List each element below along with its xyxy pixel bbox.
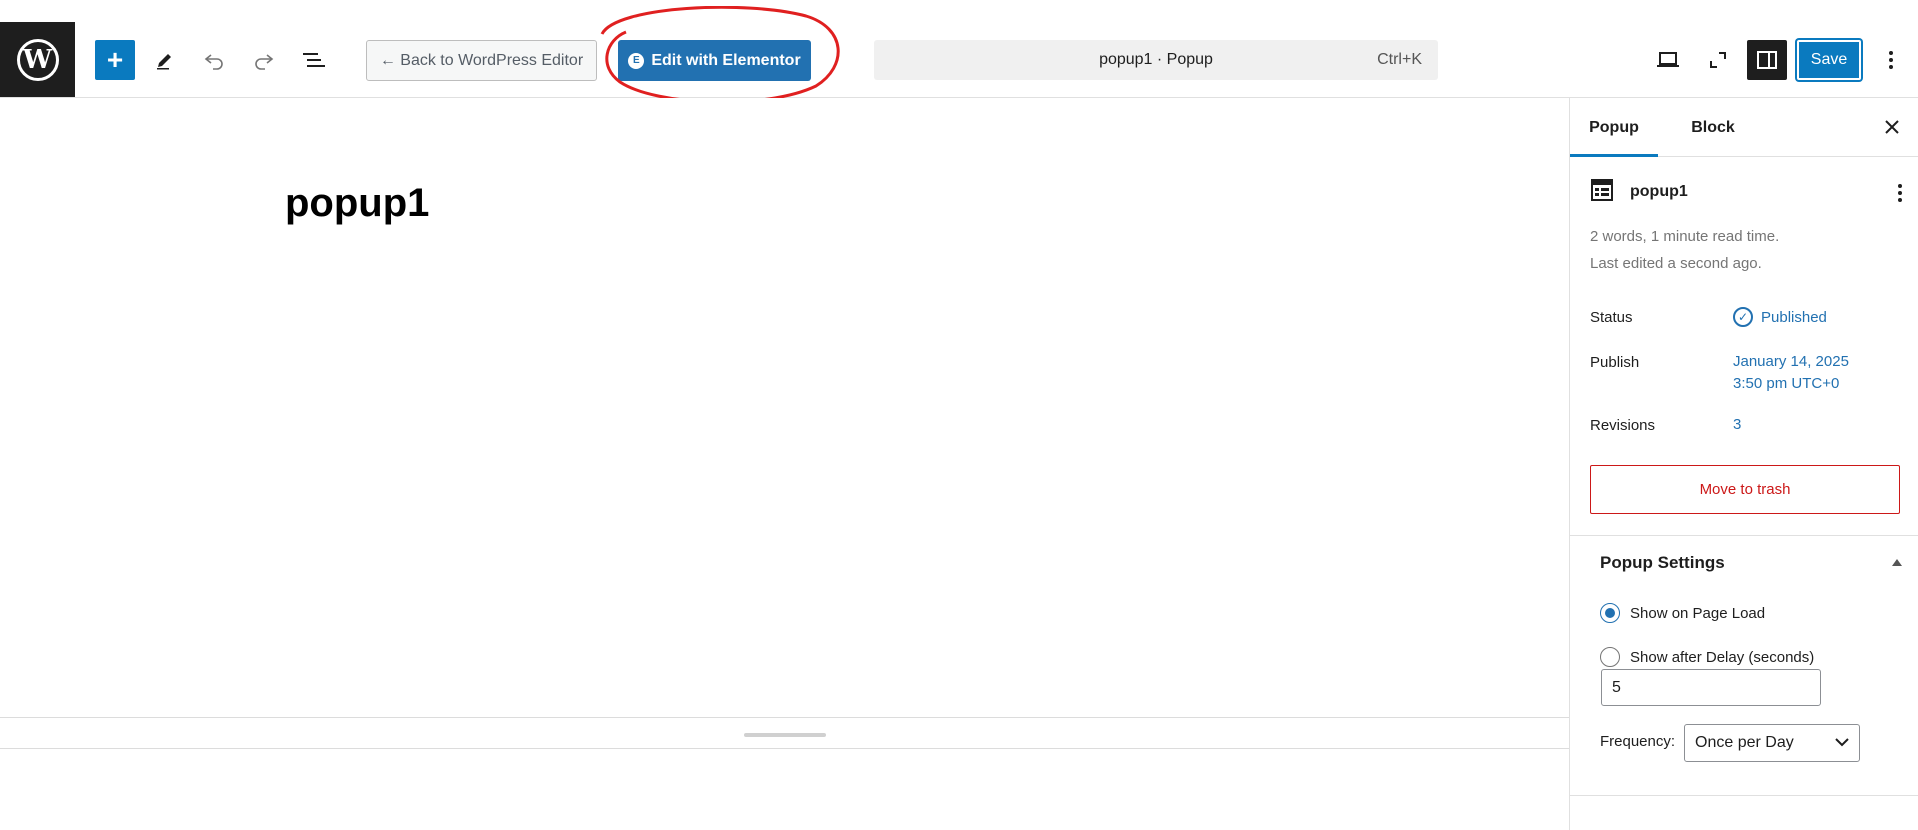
fullscreen-button[interactable] xyxy=(1698,40,1738,80)
redo-icon xyxy=(255,54,274,70)
panel-divider-bottom xyxy=(1570,795,1918,796)
status-value: Published xyxy=(1761,308,1827,326)
panel-divider xyxy=(1570,535,1918,536)
close-icon xyxy=(1885,120,1899,134)
frequency-label: Frequency: xyxy=(1600,733,1676,750)
list-view-icon xyxy=(303,53,325,67)
delay-seconds-input[interactable]: 5 xyxy=(1601,669,1821,706)
kebab-menu-icon xyxy=(1889,51,1893,69)
elementor-icon: E xyxy=(628,52,645,69)
radio-show-after-delay[interactable] xyxy=(1600,647,1620,667)
published-check-icon: ✓ xyxy=(1733,307,1753,327)
edit-with-elementor-label: Edit with Elementor xyxy=(651,51,801,69)
post-title[interactable]: popup1 xyxy=(285,181,429,226)
redo-button[interactable] xyxy=(246,40,282,80)
status-label: Status xyxy=(1590,309,1633,326)
show-after-delay-option[interactable]: Show after Delay (seconds) xyxy=(1600,647,1814,667)
chevron-down-icon xyxy=(1835,738,1849,747)
command-palette-bar[interactable]: popup1 · Popup Ctrl+K xyxy=(874,40,1438,80)
command-bar-shortcut: Ctrl+K xyxy=(1377,51,1422,68)
settings-sidebar: Popup Block popup1 2 words, 1 minute rea… xyxy=(1569,98,1918,830)
laptop-icon xyxy=(1657,52,1679,67)
settings-sidebar-toggle[interactable] xyxy=(1747,40,1787,80)
publish-time[interactable]: 3:50 pm UTC+0 xyxy=(1733,375,1839,392)
options-menu-button[interactable] xyxy=(1874,40,1908,80)
frequency-selected-value: Once per Day xyxy=(1695,734,1794,751)
post-name: popup1 xyxy=(1630,183,1688,200)
editor-header: W + ← Back to WordPress Editor E Edit wi xyxy=(0,0,1918,102)
publish-date-button[interactable]: January 14, 2025 xyxy=(1733,353,1849,370)
show-on-page-load-option[interactable]: Show on Page Load xyxy=(1600,603,1765,623)
save-button[interactable]: Save xyxy=(1797,40,1861,80)
show-after-delay-label: Show after Delay (seconds) xyxy=(1630,648,1815,666)
publish-label: Publish xyxy=(1590,354,1640,371)
revisions-link[interactable]: 3 xyxy=(1733,416,1741,433)
command-bar-title: popup1 · Popup xyxy=(1099,51,1213,68)
chevron-up-icon[interactable] xyxy=(1892,559,1902,566)
word-count-info: 2 words, 1 minute read time. xyxy=(1590,228,1780,245)
status-value-button[interactable]: ✓ Published xyxy=(1733,307,1827,327)
template-icon xyxy=(1591,179,1613,201)
editor-canvas[interactable]: popup1 xyxy=(0,98,1569,830)
show-on-page-load-label: Show on Page Load xyxy=(1630,604,1766,622)
tools-button[interactable] xyxy=(147,40,183,80)
back-to-wordpress-editor-button[interactable]: ← Back to WordPress Editor xyxy=(366,40,597,81)
add-block-button[interactable]: + xyxy=(95,40,135,80)
wordpress-logo-icon: W xyxy=(16,38,59,81)
frequency-select[interactable]: Once per Day xyxy=(1684,724,1860,762)
wordpress-logo[interactable]: W xyxy=(0,22,75,97)
sidebar-icon xyxy=(1757,51,1777,69)
undo-button[interactable] xyxy=(196,40,232,80)
fullscreen-icon xyxy=(1710,52,1726,68)
sidebar-tabs: Popup Block xyxy=(1570,98,1918,157)
post-actions-button[interactable] xyxy=(1890,180,1910,206)
move-to-trash-button[interactable]: Move to trash xyxy=(1590,465,1900,514)
popup-settings-title[interactable]: Popup Settings xyxy=(1600,553,1725,573)
close-sidebar-button[interactable] xyxy=(1879,114,1905,140)
last-edited-info: Last edited a second ago. xyxy=(1590,255,1762,272)
post-summary-header: popup1 xyxy=(1590,178,1910,208)
undo-icon xyxy=(204,54,223,70)
tab-block[interactable]: Block xyxy=(1678,98,1748,157)
radio-show-on-page-load[interactable] xyxy=(1600,603,1620,623)
meta-boxes-resize-handle[interactable] xyxy=(744,733,826,737)
revisions-label: Revisions xyxy=(1590,417,1656,434)
kebab-menu-icon xyxy=(1898,184,1902,202)
preview-device-button[interactable] xyxy=(1648,40,1688,80)
document-overview-button[interactable] xyxy=(296,40,332,80)
tab-popup[interactable]: Popup xyxy=(1570,98,1658,157)
plus-icon: + xyxy=(106,44,124,75)
pencil-icon xyxy=(157,54,171,70)
edit-with-elementor-button[interactable]: E Edit with Elementor xyxy=(618,40,811,81)
